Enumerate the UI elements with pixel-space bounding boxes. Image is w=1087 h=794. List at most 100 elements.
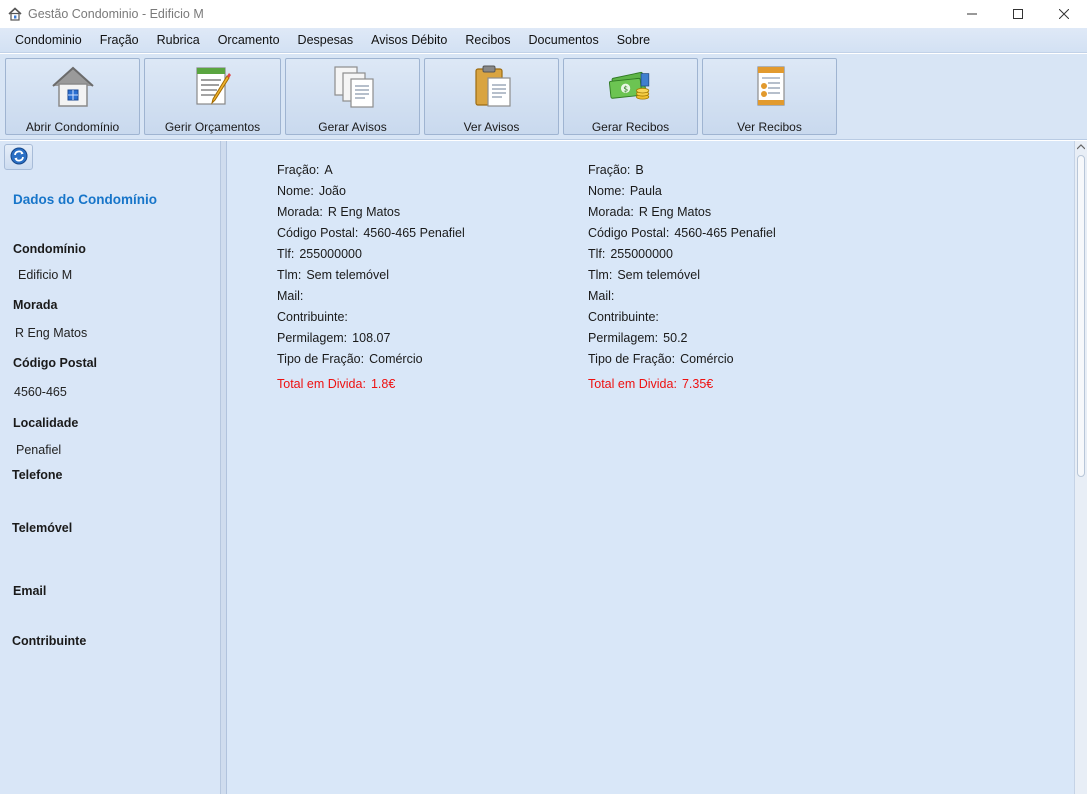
morada-row: Morada: R Eng Matos [588,205,776,226]
ver-recibos-button[interactable]: Ver Recibos [702,58,837,135]
contribuinte-label: Contribuinte: [277,310,348,324]
condominio-value: Edificio M [18,268,73,282]
abrir-condominio-label: Abrir Condomínio [25,120,120,134]
permilagem-row: Permilagem: 50.2 [588,331,776,352]
minimize-icon [967,13,977,14]
home-icon [7,6,23,22]
scroll-thumb[interactable] [1077,155,1085,477]
refresh-button[interactable] [4,144,33,170]
ver-avisos-label: Ver Avisos [463,120,520,134]
tlm-row: Tlm: Sem telemóvel [277,268,465,289]
tipo-fracao-row: Tipo de Fração: Comércio [277,352,465,373]
permilagem-value: 108.07 [352,331,391,345]
menu-fracao[interactable]: Fração [91,28,148,53]
nome-value: João [318,184,346,198]
tlf-row: Tlf: 255000000 [588,247,776,268]
fracao-row: Fração: B [588,163,776,184]
menu-sobre[interactable]: Sobre [608,28,659,53]
divida-label: Total em Divida: [277,377,366,391]
tlm-row: Tlm: Sem telemóvel [588,268,776,289]
minimize-button[interactable] [949,0,995,27]
menu-avisos-debito[interactable]: Avisos Débito [362,28,456,53]
contribuinte-row: Contribuinte: [588,310,776,331]
svg-text:$: $ [623,84,628,93]
codigo-postal-value: 4560-465 Penafiel [363,226,465,240]
fracoes-panel: Fração: A Nome: João Morada: R Eng Matos Có… [227,141,1074,794]
vertical-scrollbar[interactable] [1074,141,1087,794]
morada-value: R Eng Matos [15,326,88,340]
clipboard-icon [468,63,516,109]
permilagem-row: Permilagem: 108.07 [277,331,465,352]
close-button[interactable] [1041,0,1087,27]
tipo-fracao-row: Tipo de Fração: Comércio [588,352,776,373]
gerar-avisos-button[interactable]: Gerar Avisos [285,58,420,135]
ver-recibos-label: Ver Recibos [737,120,802,134]
nome-label: Nome: [588,184,625,198]
menu-orcamento[interactable]: Orcamento [209,28,289,53]
menu-rubrica[interactable]: Rubrica [148,28,209,53]
tipo-fracao-value: Comércio [680,352,734,366]
nome-row: Nome: João [277,184,465,205]
divida-row: Total em Divida: 7.35€ [588,377,776,398]
gerir-orcamentos-button[interactable]: Gerir Orçamentos [144,58,281,135]
gerir-orcamentos-label: Gerir Orçamentos [164,120,261,134]
fracao-card: Fração: B Nome: Paula Morada: R Eng Matos C… [588,163,776,398]
menu-condominio[interactable]: Condominio [6,28,91,53]
tlm-value: Sem telemóvel [306,268,389,282]
fracao-label: Fração: [588,163,631,177]
contribuinte-label: Contribuinte: [588,310,659,324]
toolbar: Abrir Condomínio Gerir Orçamentos Gerar … [0,54,1087,140]
condominio-label: Condomínio [13,242,86,256]
contribuinte-row: Contribuinte: [277,310,465,331]
permilagem-value: 50.2 [663,331,688,345]
codigo-postal-label: Código Postal: [588,226,670,240]
panel-title: Dados do Condomínio [13,192,157,207]
menu-despesas[interactable]: Despesas [289,28,363,53]
mail-label: Mail: [588,289,615,303]
nome-row: Nome: Paula [588,184,776,205]
receipt-icon [746,63,794,109]
chevron-up-icon [1077,144,1085,150]
abrir-condominio-button[interactable]: Abrir Condomínio [5,58,140,135]
morada-value: R Eng Matos [638,205,712,219]
tlf-label: Tlf: [588,247,606,261]
refresh-icon [10,147,28,168]
ver-avisos-button[interactable]: Ver Avisos [424,58,559,135]
morada-label: Morada: [588,205,634,219]
codigo-postal-label: Código Postal [13,356,98,370]
codigo-postal-value: 4560-465 Penafiel [674,226,776,240]
email-label: Email [13,584,47,598]
telefone-label: Telefone [12,468,63,482]
tipo-fracao-label: Tipo de Fração: [588,352,676,366]
mail-row: Mail: [588,289,776,310]
gerar-recibos-button[interactable]: $ Gerar Recibos [563,58,698,135]
permilagem-label: Permilagem: [588,331,659,345]
localidade-value: Penafiel [16,443,62,457]
documents-icon [329,63,377,109]
codigo-postal-value: 4560-465 [14,385,67,399]
maximize-button[interactable] [995,0,1041,27]
notepad-pencil-icon [189,63,237,109]
tlm-label: Tlm: [588,268,613,282]
scroll-up-button[interactable] [1075,141,1087,153]
window-title: Gestão Condominio - Edificio M [28,6,204,21]
tlf-value: 255000000 [299,247,362,261]
codigo-postal-row: Código Postal: 4560-465 Penafiel [277,226,465,247]
tlf-row: Tlf: 255000000 [277,247,465,268]
codigo-postal-label: Código Postal: [277,226,359,240]
codigo-postal-row: Código Postal: 4560-465 Penafiel [588,226,776,247]
fracao-row: Fração: A [277,163,465,184]
morada-value: R Eng Matos [327,205,401,219]
gerar-avisos-label: Gerar Avisos [318,120,387,134]
divida-row: Total em Divida: 1.8€ [277,377,465,398]
morada-row: Morada: R Eng Matos [277,205,465,226]
title-bar: Gestão Condominio - Edificio M [0,0,1087,27]
gerar-recibos-label: Gerar Recibos [591,120,670,134]
fracao-label: Fração: [277,163,320,177]
menu-documentos[interactable]: Documentos [520,28,608,53]
divida-label: Total em Divida: [588,377,677,391]
menu-recibos[interactable]: Recibos [456,28,519,53]
menu-bar: Condominio Fração Rubrica Orcamento Desp… [0,28,1087,53]
morada-label: Morada: [277,205,323,219]
money-icon: $ [607,63,655,109]
